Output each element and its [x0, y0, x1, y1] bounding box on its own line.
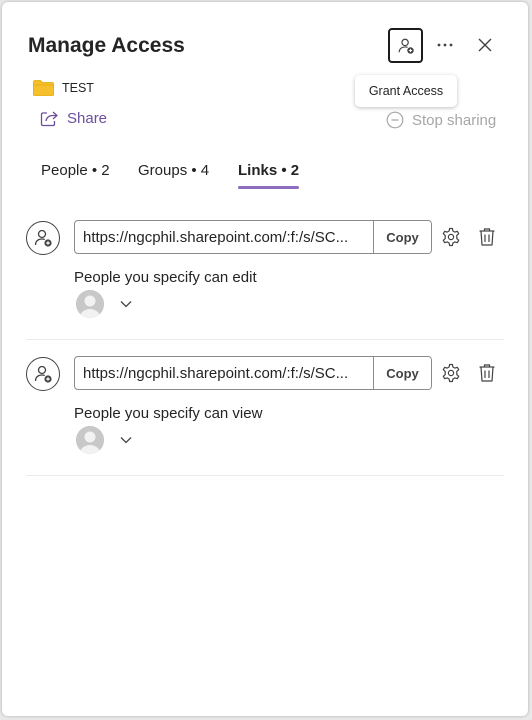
- link-url-box: Copy: [74, 220, 432, 254]
- link-settings-button[interactable]: [438, 360, 464, 386]
- link-people-row: [76, 426, 132, 454]
- tab-people[interactable]: People • 2: [41, 160, 110, 189]
- chevron-down-icon: [120, 437, 132, 444]
- gear-icon: [442, 227, 460, 247]
- tab-links[interactable]: Links • 2: [238, 160, 300, 189]
- stop-sharing-icon: [386, 111, 404, 129]
- item-info: TEST: [33, 80, 94, 96]
- copy-button[interactable]: Copy: [373, 221, 431, 253]
- delete-link-button[interactable]: [474, 224, 500, 250]
- divider: [26, 339, 504, 340]
- close-button[interactable]: [470, 30, 500, 60]
- link-url-input[interactable]: [75, 357, 373, 389]
- tab-groups[interactable]: Groups • 4: [138, 160, 209, 189]
- access-tabs: People • 2 Groups • 4 Links • 2: [28, 160, 508, 196]
- trash-icon: [479, 364, 495, 382]
- gear-icon: [442, 363, 460, 383]
- chevron-down-icon: [120, 301, 132, 308]
- close-icon: [478, 38, 492, 52]
- panel-title: Manage Access: [28, 34, 185, 57]
- trash-icon: [479, 228, 495, 246]
- grant-access-tooltip: Grant Access: [355, 75, 457, 107]
- more-options-button[interactable]: [430, 30, 460, 60]
- manage-access-panel: Manage Access Grant Access TEST Share St…: [2, 2, 528, 716]
- share-icon: [40, 111, 58, 127]
- share-label: Share: [67, 110, 108, 127]
- copy-button[interactable]: Copy: [373, 357, 431, 389]
- link-avatar: [26, 357, 60, 391]
- link-permission-text: People you specify can view: [74, 405, 263, 422]
- folder-icon: [33, 80, 54, 96]
- expand-people-button[interactable]: [120, 300, 132, 308]
- person-avatar-icon: [76, 426, 104, 454]
- stop-sharing-button[interactable]: Stop sharing: [386, 111, 496, 129]
- person-add-icon: [34, 365, 52, 383]
- share-button[interactable]: Share: [40, 110, 107, 127]
- link-url-box: Copy: [74, 356, 432, 390]
- person-avatar-icon: [76, 290, 104, 318]
- item-name: TEST: [62, 81, 94, 95]
- person-add-icon: [34, 229, 52, 247]
- link-people-row: [76, 290, 132, 318]
- link-url-input[interactable]: [75, 221, 373, 253]
- link-avatar: [26, 221, 60, 255]
- stop-sharing-label: Stop sharing: [412, 111, 497, 129]
- grant-access-button[interactable]: [388, 28, 423, 63]
- divider: [26, 475, 504, 476]
- delete-link-button[interactable]: [474, 360, 500, 386]
- person-add-icon: [398, 38, 414, 54]
- link-settings-button[interactable]: [438, 224, 464, 250]
- more-horizontal-icon: [437, 43, 453, 47]
- link-permission-text: People you specify can edit: [74, 269, 257, 286]
- expand-people-button[interactable]: [120, 436, 132, 444]
